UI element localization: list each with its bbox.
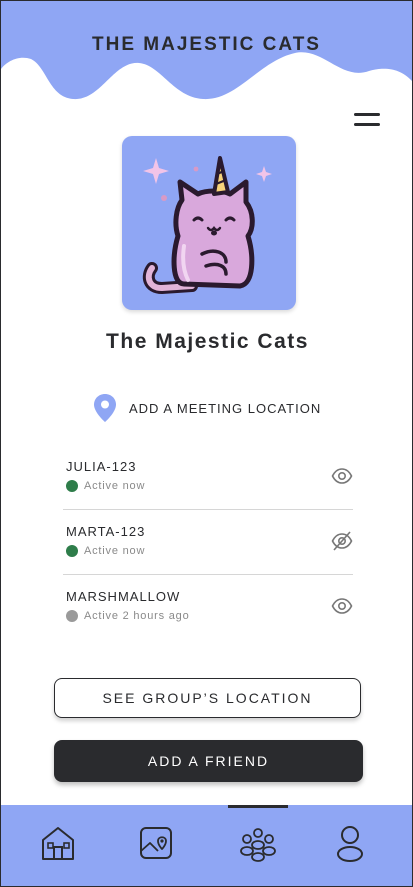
header-wave: [1, 1, 412, 100]
eye-icon[interactable]: [331, 595, 353, 617]
status-dot: [66, 545, 78, 557]
status-dot: [66, 610, 78, 622]
list-item[interactable]: MARTA-123 Active now: [63, 510, 353, 575]
member-name: MARSHMALLOW: [66, 589, 181, 604]
unicorn-cat-illustration: [142, 156, 272, 295]
status-dot: [66, 480, 78, 492]
see-group-location-button[interactable]: SEE GROUP’S LOCATION: [54, 678, 361, 718]
map-pin-icon: [94, 394, 116, 422]
member-status: Active now: [66, 545, 145, 557]
app-screen: THE MAJESTIC CATS The Majestic Cats ADD …: [0, 0, 413, 887]
menu-bar: [354, 113, 380, 116]
group-name: The Majestic Cats: [106, 330, 309, 353]
member-status: Active 2 hours ago: [66, 610, 190, 622]
menu-button[interactable]: [351, 109, 383, 131]
list-item[interactable]: MARSHMALLOW Active 2 hours ago: [63, 575, 353, 639]
eye-icon[interactable]: [331, 465, 353, 487]
list-item[interactable]: JULIA-123 Active now: [63, 445, 353, 510]
add-friend-button[interactable]: ADD A FRIEND: [54, 740, 363, 782]
status-text: Active 2 hours ago: [84, 610, 190, 622]
status-text: Active now: [84, 480, 146, 492]
status-text: Active now: [84, 545, 146, 557]
group-avatar: [122, 136, 296, 310]
member-list: JULIA-123 Active now MARTA-123 Active no…: [63, 445, 353, 639]
member-name: MARTA-123: [66, 524, 146, 539]
add-location-button[interactable]: ADD A MEETING LOCATION: [93, 393, 321, 423]
bottom-nav: [1, 805, 412, 886]
member-name: JULIA-123: [66, 459, 137, 474]
location-label: ADD A MEETING LOCATION: [129, 400, 322, 416]
home-icon[interactable]: [38, 823, 78, 863]
menu-bar: [354, 123, 380, 126]
eye-off-icon[interactable]: [331, 530, 353, 552]
group-icon[interactable]: [238, 823, 278, 863]
member-status: Active now: [66, 480, 145, 492]
nav-active-indicator: [228, 805, 288, 808]
app-title: THE MAJESTIC CATS: [92, 34, 321, 55]
profile-icon[interactable]: [330, 823, 370, 863]
map-icon[interactable]: [136, 823, 176, 863]
